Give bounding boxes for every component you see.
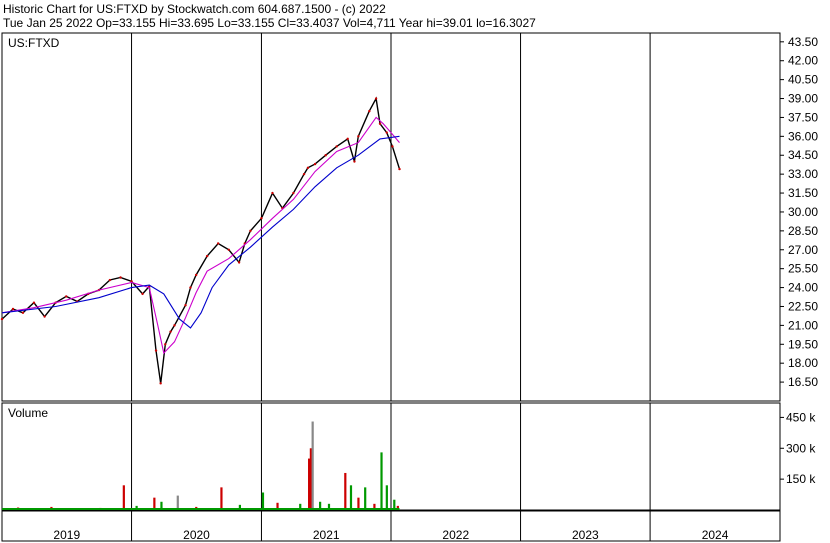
volume-y-tick-label: 450 k: [786, 410, 816, 424]
price-y-tick-label: 31.50: [788, 186, 818, 200]
price-point: [346, 137, 349, 141]
price-point: [335, 145, 338, 148]
price-point: [357, 135, 360, 138]
price-point: [227, 248, 230, 251]
volume-bar: [344, 472, 347, 510]
price-point: [65, 295, 68, 298]
price-point: [159, 382, 162, 385]
price-y-tick-label: 28.50: [788, 224, 818, 238]
volume-y-tick-label: 150 k: [786, 472, 816, 486]
price-y-axis: 43.50 42.00 40.50 39.00 37.50 36.00 34.50 33.00…: [780, 35, 818, 389]
price-point: [184, 304, 187, 307]
price-y-tick-label: 18.00: [788, 356, 818, 370]
price-point: [32, 301, 36, 304]
price-y-tick-label: 16.50: [788, 375, 818, 389]
price-y-tick-label: 24.00: [788, 281, 818, 295]
price-point: [378, 122, 382, 125]
price-y-tick-label: 27.00: [788, 243, 818, 257]
volume-label: Volume: [8, 406, 48, 420]
volume-bar: [122, 485, 125, 510]
price-point: [21, 311, 25, 314]
price-point: [237, 261, 241, 264]
stock-chart: Historic Chart for US:FTXD by Stockwatch…: [0, 0, 830, 543]
price-y-tick-label: 19.50: [788, 337, 818, 351]
volume-bar: [176, 495, 179, 510]
price-point: [108, 278, 112, 282]
price-y-tick-label: 42.00: [788, 54, 818, 68]
symbol-label: US:FTXD: [8, 36, 60, 50]
price-point: [324, 154, 327, 157]
price-y-tick-label: 34.50: [788, 148, 818, 162]
price-point: [0, 317, 4, 321]
chart-canvas: Historic Chart for US:FTXD by Stockwatch…: [0, 2, 818, 542]
volume-bar: [261, 492, 265, 510]
volume-bar: [364, 487, 367, 510]
price-point: [11, 307, 15, 311]
price-y-tick-label: 22.50: [788, 299, 818, 313]
price-point: [205, 254, 209, 258]
price-point: [302, 172, 306, 176]
price-point: [119, 276, 122, 279]
price-y-tick-label: 30.00: [788, 205, 818, 219]
volume-bar: [311, 421, 314, 510]
price-point: [173, 324, 176, 327]
price-point: [398, 167, 401, 171]
price-y-tick-label: 25.50: [788, 262, 818, 276]
price-point: [292, 191, 295, 195]
x-tick-label: 2020: [183, 528, 210, 542]
price-y-tick-label: 33.00: [788, 167, 818, 181]
price-point: [249, 229, 252, 233]
price-point: [194, 273, 198, 277]
price-y-tick-label: 37.50: [788, 110, 818, 124]
volume-bar: [385, 485, 388, 510]
price-y-tick-label: 39.00: [788, 92, 818, 106]
price-y-tick-label: 43.50: [788, 35, 818, 49]
x-tick-label: 2021: [313, 528, 340, 542]
volume-bar: [380, 452, 383, 510]
price-point: [141, 292, 144, 296]
price-point: [154, 349, 158, 352]
price-point: [385, 131, 388, 134]
price-point: [313, 162, 317, 166]
price-point: [306, 166, 310, 170]
price-point: [391, 145, 394, 148]
price-y-tick-label: 40.50: [788, 73, 818, 87]
price-point: [353, 160, 356, 163]
volume-bar: [220, 487, 223, 510]
x-tick-label: 2023: [572, 528, 599, 542]
price-y-tick-label: 21.00: [788, 318, 818, 332]
volume-bar: [349, 485, 353, 510]
price-point: [43, 315, 46, 318]
price-y-tick-label: 36.00: [788, 129, 818, 143]
price-point: [189, 286, 192, 289]
volume-y-tick-label: 300 k: [786, 441, 816, 455]
price-point: [169, 330, 172, 333]
price-point: [374, 97, 378, 100]
price-point: [271, 191, 274, 195]
x-tick-label: 2022: [442, 528, 469, 542]
volume-y-axis: 450 k 300 k 150 k: [780, 410, 816, 486]
price-point: [368, 109, 371, 113]
x-tick-label: 2024: [702, 528, 729, 542]
price-point: [164, 343, 167, 346]
price-point: [260, 217, 263, 220]
x-tick-label: 2019: [53, 528, 80, 542]
chart-header-line1: Historic Chart for US:FTXD by Stockwatch…: [3, 2, 386, 16]
price-point: [216, 242, 220, 245]
chart-header-line2: Tue Jan 25 2022 Op=33.155 Hi=33.695 Lo=3…: [3, 16, 536, 30]
